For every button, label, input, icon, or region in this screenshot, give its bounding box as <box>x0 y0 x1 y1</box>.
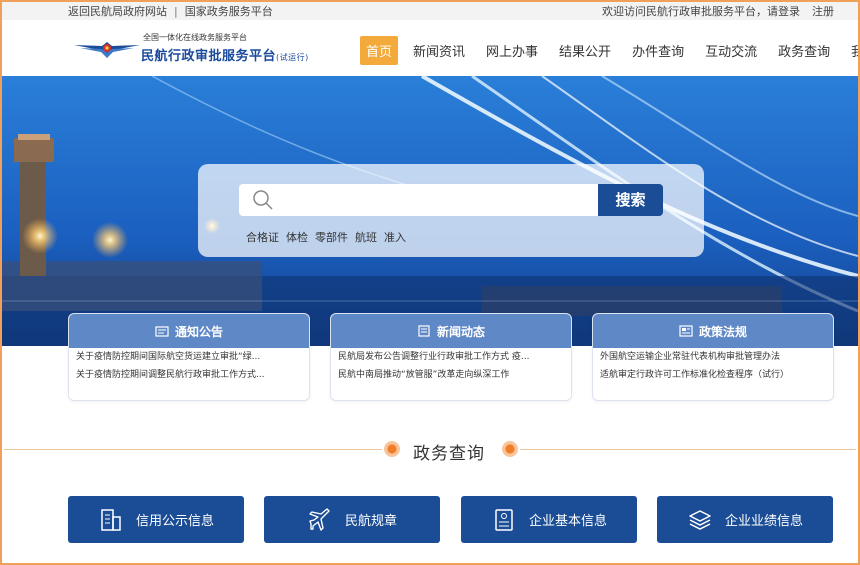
search-input[interactable] <box>239 184 598 216</box>
hot-word-link[interactable]: 航班 <box>355 229 377 245</box>
brand-subtitle: 全国一体化在线政务服务平台 <box>143 33 247 42</box>
hot-words: 合格证 体检 零部件 航班 准入 <box>246 229 413 245</box>
query-label: 民航规章 <box>344 514 397 529</box>
card-title: 新闻动态 <box>436 324 485 339</box>
list-item[interactable]: 关于疫情防控期间调整民航行政审批工作方式... <box>69 366 309 384</box>
brand-trial-tag: (试运行) <box>276 53 309 62</box>
section-title: 政务查询 <box>413 444 485 464</box>
site-header: 全国一体化在线政务服务平台 民航行政审批服务平台(试运行) 首页 新闻资讯 网上办事… <box>0 20 860 76</box>
card-news: 新闻动态 民航局发布公告调整行业行政审批工作方式 疫... 民航中南局推动“放管… <box>330 313 572 401</box>
policy-icon <box>679 325 693 337</box>
nav-item-3[interactable]: 结果公开 <box>553 36 617 65</box>
query-label: 信用公示信息 <box>135 514 214 529</box>
news-icon <box>418 325 430 337</box>
card-header[interactable]: 通知公告 <box>69 314 309 348</box>
card-header[interactable]: 新闻动态 <box>331 314 571 348</box>
section-divider <box>520 449 856 450</box>
section-divider <box>4 449 382 450</box>
query-label: 企业业绩信息 <box>724 514 803 529</box>
id-card-icon <box>495 508 513 531</box>
notice-icon <box>155 326 169 337</box>
list-item[interactable]: 适航审定行政许可工作标准化检查程序（试行） <box>593 366 833 384</box>
search-icon <box>253 190 273 210</box>
query-label: 企业基本信息 <box>528 514 607 529</box>
list-item[interactable]: 民航局发布公告调整行业行政审批工作方式 疫... <box>331 348 571 366</box>
brand-title[interactable]: 民航行政审批服务平台(试运行) <box>141 45 309 64</box>
login-link[interactable]: 欢迎访问民航行政审批服务平台，请登录 <box>602 5 800 18</box>
regulations-button[interactable]: 民航规章 <box>264 496 440 543</box>
hot-word-link[interactable]: 准入 <box>384 229 406 245</box>
gov-site-link[interactable]: 返回民航局政府网站 <box>68 5 167 18</box>
enterprise-performance-button[interactable]: 企业业绩信息 <box>657 496 833 543</box>
card-title: 通知公告 <box>174 324 223 339</box>
register-link[interactable]: 注册 <box>812 5 834 18</box>
credit-building-icon <box>101 508 121 531</box>
enterprise-info-button[interactable]: 企业基本信息 <box>461 496 637 543</box>
list-item[interactable]: 民航中南局推动“放管服”改革走向纵深工作 <box>331 366 571 384</box>
caac-logo-icon[interactable] <box>72 34 142 64</box>
brand-title-text: 民航行政审批服务平台 <box>141 49 277 64</box>
top-separator: | <box>174 5 178 18</box>
nav-item-0[interactable]: 首页 <box>360 36 399 65</box>
section-dot-icon <box>502 441 518 457</box>
nav-item-6[interactable]: 政务查询 <box>772 36 836 65</box>
main-nav: 首页新闻资讯网上办事结果公开办件查询互动交流政务查询我的 <box>360 36 860 65</box>
search-panel: 搜索 合格证 体检 零部件 航班 准入 <box>198 164 704 257</box>
hot-word-link[interactable]: 合格证 <box>246 229 279 245</box>
nav-item-4[interactable]: 办件查询 <box>626 36 690 65</box>
airplane-icon <box>309 507 330 531</box>
national-platform-link[interactable]: 国家政务服务平台 <box>185 5 273 18</box>
list-item[interactable]: 外国航空运输企业常驻代表机构审批管理办法 <box>593 348 833 366</box>
nav-item-1[interactable]: 新闻资讯 <box>407 36 471 65</box>
search-button[interactable]: 搜索 <box>598 184 663 216</box>
nav-item-5[interactable]: 互动交流 <box>699 36 763 65</box>
hot-word-link[interactable]: 零部件 <box>315 229 348 245</box>
credit-info-button[interactable]: 信用公示信息 <box>68 496 244 543</box>
layers-icon <box>689 509 711 530</box>
hot-word-link[interactable]: 体检 <box>286 229 308 245</box>
list-item[interactable]: 关于疫情防控期间国际航空货运建立审批“绿... <box>69 348 309 366</box>
section-dot-icon <box>384 441 400 457</box>
nav-item-2[interactable]: 网上办事 <box>480 36 544 65</box>
card-notices: 通知公告 关于疫情防控期间国际航空货运建立审批“绿... 关于疫情防控期间调整民… <box>68 313 310 401</box>
card-title: 政策法规 <box>698 324 747 339</box>
card-header[interactable]: 政策法规 <box>593 314 833 348</box>
top-bar: 返回民航局政府网站 | 国家政务服务平台 欢迎访问民航行政审批服务平台，请登录 注册 <box>0 0 860 20</box>
nav-item-7[interactable]: 我的 <box>845 36 860 65</box>
card-policy: 政策法规 外国航空运输企业常驻代表机构审批管理办法 适航审定行政许可工作标准化检… <box>592 313 834 401</box>
